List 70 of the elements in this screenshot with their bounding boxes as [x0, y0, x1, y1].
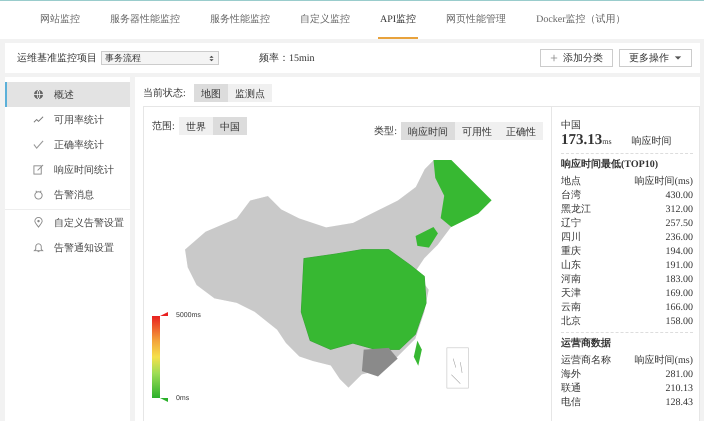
- section-title: 响应时间最低(TOP10): [561, 158, 660, 172]
- nav-tab[interactable]: API监控: [378, 1, 418, 39]
- response-time-cell: 257.50: [666, 217, 693, 231]
- column-header: 运营商名称: [561, 354, 611, 368]
- name-cell: 天津: [561, 287, 581, 301]
- response-time-cell: 430.00: [666, 189, 693, 203]
- name-cell: 云南: [561, 301, 581, 315]
- name-cell: 辽宁: [561, 217, 581, 231]
- column-header: 响应时间(ms): [634, 175, 693, 189]
- name-cell: 电信: [561, 396, 581, 410]
- more-actions-button[interactable]: 更多操作: [619, 49, 692, 67]
- name-cell: 河南: [561, 273, 581, 287]
- status-label: 当前状态:: [143, 86, 186, 100]
- check-icon: [33, 139, 44, 150]
- sidebar-item[interactable]: 正确率统计: [5, 132, 130, 157]
- name-cell: 海外: [561, 368, 581, 382]
- response-time-cell: 236.00: [666, 231, 693, 245]
- sidebar-item[interactable]: 响应时间统计: [5, 157, 130, 182]
- project-select[interactable]: 事务流程: [101, 51, 219, 65]
- nav-tab[interactable]: 自定义监控: [298, 1, 352, 39]
- section-title: 运营商数据: [561, 337, 612, 351]
- sidebar-item[interactable]: 概述: [5, 82, 130, 107]
- sidebar-item[interactable]: 告警通知设置: [5, 235, 130, 260]
- trend-line-icon: [33, 114, 44, 125]
- frequency-text: 频率：15min: [259, 52, 315, 65]
- name-cell: 联通: [561, 382, 581, 396]
- globe-icon: [33, 89, 44, 100]
- updown-arrow-icon: [208, 54, 215, 62]
- response-time-cell: 158.00: [666, 315, 693, 329]
- nav-tab[interactable]: 网站监控: [38, 1, 82, 39]
- response-time-label: 响应时间: [632, 135, 672, 149]
- column-header: 响应时间(ms): [634, 354, 693, 368]
- add-category-button[interactable]: 添加分类: [540, 49, 613, 67]
- response-time-value: 173.13ms: [561, 133, 612, 149]
- alarm-icon: [33, 189, 44, 200]
- sidebar-item[interactable]: 自定义告警设置: [5, 210, 130, 235]
- type-toggle[interactable]: 响应时间: [401, 122, 455, 140]
- scope-toggle[interactable]: 中国: [212, 117, 247, 135]
- location-pin-icon: [33, 217, 44, 228]
- column-header: 地点: [561, 175, 581, 189]
- caret-icon: [674, 54, 682, 62]
- bell-icon: [33, 242, 44, 253]
- response-time-cell: 183.00: [666, 273, 693, 287]
- type-label: 类型:: [374, 124, 397, 138]
- nav-tab[interactable]: 网页性能管理: [444, 1, 508, 39]
- region-name: 中国: [561, 119, 582, 133]
- scope-label: 范围:: [152, 120, 175, 133]
- name-cell: 重庆: [561, 245, 581, 259]
- name-cell: 黑龙江: [561, 203, 591, 217]
- sidebar-item[interactable]: 告警消息: [5, 182, 130, 207]
- nav-tab[interactable]: 服务性能监控: [208, 1, 272, 39]
- response-time-cell: 210.13: [666, 382, 693, 396]
- response-time-cell: 281.00: [666, 368, 693, 382]
- response-time-cell: 169.00: [666, 287, 693, 301]
- view-toggle[interactable]: 地图: [194, 84, 228, 102]
- name-cell: 山东: [561, 259, 581, 273]
- name-cell: 北京: [561, 315, 581, 329]
- plus-icon: [550, 54, 558, 62]
- response-time-cell: 312.00: [666, 203, 693, 217]
- response-time-cell: 191.00: [666, 259, 693, 273]
- name-cell: 四川: [561, 231, 581, 245]
- response-time-cell: 166.00: [666, 301, 693, 315]
- name-cell: 台湾: [561, 189, 581, 203]
- edit-icon: [33, 164, 44, 175]
- nav-tab[interactable]: Docker监控（试用）: [534, 1, 628, 39]
- sidebar-item[interactable]: 可用率统计: [5, 107, 130, 132]
- response-time-cell: 128.43: [666, 396, 693, 410]
- nav-tab[interactable]: 服务器性能监控: [108, 1, 182, 39]
- response-time-cell: 194.00: [666, 245, 693, 259]
- project-label: 运维基准监控项目: [17, 52, 98, 65]
